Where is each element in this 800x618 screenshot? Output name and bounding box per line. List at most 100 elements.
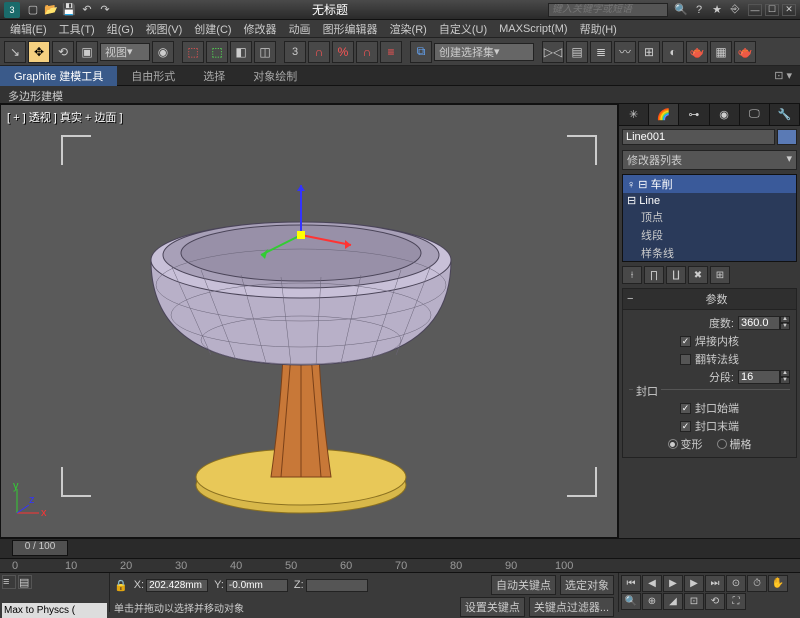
x-coord-input[interactable] xyxy=(146,579,208,592)
script-open-icon[interactable]: ▤ xyxy=(18,575,32,589)
help-search-input[interactable] xyxy=(548,3,668,17)
goto-start-icon[interactable]: ⏮ xyxy=(621,575,641,592)
object-name-input[interactable] xyxy=(622,129,775,145)
render-setup-button[interactable]: 🫖 xyxy=(686,41,708,63)
menu-customize[interactable]: 自定义(U) xyxy=(433,21,493,37)
configure-sets-icon[interactable]: ⊞ xyxy=(710,266,730,284)
render-button[interactable]: 🫖 xyxy=(734,41,756,63)
maximize-viewport-icon[interactable]: ⛶ xyxy=(726,593,746,610)
z-coord-input[interactable] xyxy=(306,579,368,592)
cap-start-checkbox[interactable]: ✓封口始端 xyxy=(629,400,790,416)
object-color-swatch[interactable] xyxy=(777,129,797,145)
new-icon[interactable]: ▢ xyxy=(26,3,40,17)
make-unique-icon[interactable]: ∐ xyxy=(666,266,686,284)
morph-radio[interactable]: 变形 xyxy=(668,436,703,452)
zoom-all-icon[interactable]: ⊕ xyxy=(642,593,662,610)
degrees-spinner[interactable]: ▲▼ xyxy=(738,316,790,330)
tab-selection[interactable]: 选择 xyxy=(189,66,239,86)
motion-tab-icon[interactable]: ◉ xyxy=(710,104,740,125)
material-editor-button[interactable]: ◐ xyxy=(662,41,684,63)
curve-editor-button[interactable]: 〰 xyxy=(614,41,636,63)
collapse-icon[interactable]: − xyxy=(627,293,637,305)
display-tab-icon[interactable]: 🖵 xyxy=(740,104,770,125)
render-frame-button[interactable]: ▦ xyxy=(710,41,732,63)
pivot-button[interactable]: ◉ xyxy=(152,41,174,63)
signin-icon[interactable]: ⎆ xyxy=(728,3,742,17)
select-button[interactable]: ⬚ xyxy=(182,41,204,63)
close-button[interactable]: ✕ xyxy=(782,4,796,16)
key-mode-icon[interactable]: ⊙ xyxy=(726,575,746,592)
pin-stack-icon[interactable]: ⟊ xyxy=(622,266,642,284)
snap-toggle[interactable]: 3 xyxy=(284,41,306,63)
modify-tab-icon[interactable]: 🌈 xyxy=(649,104,679,125)
menu-tools[interactable]: 工具(T) xyxy=(53,21,101,37)
menu-help[interactable]: 帮助(H) xyxy=(574,21,623,37)
menu-group[interactable]: 组(G) xyxy=(101,21,140,37)
menu-create[interactable]: 创建(C) xyxy=(188,21,237,37)
hierarchy-tab-icon[interactable]: ⊶ xyxy=(679,104,709,125)
named-selset-icon[interactable]: ⧉ xyxy=(410,41,432,63)
scale-button[interactable]: ▣ xyxy=(76,41,98,63)
maxscript-listener[interactable]: Max to Physcs ( xyxy=(2,603,107,618)
minimize-button[interactable]: — xyxy=(748,4,762,16)
angle-snap-icon[interactable]: ∩ xyxy=(308,41,330,63)
refcoord-combo[interactable]: 视图 ▾ xyxy=(100,43,150,61)
grid-radio[interactable]: 栅格 xyxy=(717,436,752,452)
select-link-button[interactable]: ↘ xyxy=(4,41,26,63)
move-button[interactable]: ✥ xyxy=(28,41,50,63)
zoom-extents-icon[interactable]: ⊡ xyxy=(684,593,704,610)
zoom-icon[interactable]: 🔍 xyxy=(621,593,641,610)
ribbon-collapse-icon[interactable]: ⊡ ▾ xyxy=(766,69,800,82)
selection-set-combo[interactable]: 创建选择集 ▾ xyxy=(434,43,534,61)
flip-normals-checkbox[interactable]: 翻转法线 xyxy=(629,351,790,367)
weld-core-checkbox[interactable]: ✓焊接内核 xyxy=(629,333,790,349)
stack-sub-vertex[interactable]: 顶点 xyxy=(623,208,796,226)
spinner-snap-icon[interactable]: ∩ xyxy=(356,41,378,63)
play-icon[interactable]: ▶ xyxy=(663,575,683,592)
menu-modifiers[interactable]: 修改器 xyxy=(238,21,283,37)
time-ruler[interactable]: 0 10 20 30 40 50 60 70 80 90 100 xyxy=(0,558,800,572)
selected-button[interactable]: 选定对象 xyxy=(560,575,614,595)
rollout-header[interactable]: − 参数 xyxy=(623,289,796,310)
modifier-list-combo[interactable]: 修改器列表▾ xyxy=(622,150,797,170)
lock-icon[interactable]: 🔒 xyxy=(114,579,128,592)
frame-slider[interactable]: 0 / 100 xyxy=(12,540,68,556)
mirror-button[interactable]: ▷◁ xyxy=(542,41,564,63)
open-icon[interactable]: 📂 xyxy=(44,3,58,17)
rotate-button[interactable]: ⟲ xyxy=(52,41,74,63)
utilities-tab-icon[interactable]: 🔧 xyxy=(770,104,800,125)
schematic-button[interactable]: ⊞ xyxy=(638,41,660,63)
menu-animation[interactable]: 动画 xyxy=(283,21,317,37)
maximize-button[interactable]: ☐ xyxy=(765,4,779,16)
time-config-icon[interactable]: ⏱ xyxy=(747,575,767,592)
menu-view[interactable]: 视图(V) xyxy=(140,21,189,37)
tab-freeform[interactable]: 自由形式 xyxy=(117,66,189,86)
script-mini-icon[interactable]: ≡ xyxy=(2,575,16,589)
undo-icon[interactable]: ↶ xyxy=(80,3,94,17)
binoculars-icon[interactable]: 🔍 xyxy=(674,3,688,17)
show-end-result-icon[interactable]: ∏ xyxy=(644,266,664,284)
stack-sub-segment[interactable]: 线段 xyxy=(623,226,796,244)
autokey-button[interactable]: 自动关键点 xyxy=(491,575,556,595)
layers-button[interactable]: ≣ xyxy=(590,41,612,63)
orbit-icon[interactable]: ⟲ xyxy=(705,593,725,610)
app-logo[interactable]: 3 xyxy=(4,2,20,18)
prev-frame-icon[interactable]: ◀ xyxy=(642,575,662,592)
segments-spinner[interactable]: ▲▼ xyxy=(738,370,790,384)
percent-snap-icon[interactable]: % xyxy=(332,41,354,63)
create-tab-icon[interactable]: ✳ xyxy=(619,104,649,125)
menu-edit[interactable]: 编辑(E) xyxy=(4,21,53,37)
ribbon-panel-label[interactable]: 多边形建模 xyxy=(0,86,800,104)
star-icon[interactable]: ★ xyxy=(710,3,724,17)
y-coord-input[interactable] xyxy=(226,579,288,592)
modifier-stack[interactable]: ♀ ⊟ 车削 ⊟ Line 顶点 线段 样条线 xyxy=(622,174,797,262)
menu-grapheditors[interactable]: 图形编辑器 xyxy=(317,21,384,37)
stack-item-line[interactable]: ⊟ Line xyxy=(623,193,796,208)
keyfilter-button[interactable]: 关键点过滤器... xyxy=(529,597,614,617)
pan-icon[interactable]: ✋ xyxy=(768,575,788,592)
select-region-button[interactable]: ◧ xyxy=(230,41,252,63)
stack-sub-spline[interactable]: 样条线 xyxy=(623,244,796,262)
redo-icon[interactable]: ↷ xyxy=(98,3,112,17)
cap-end-checkbox[interactable]: ✓封口末端 xyxy=(629,418,790,434)
menu-render[interactable]: 渲染(R) xyxy=(384,21,433,37)
